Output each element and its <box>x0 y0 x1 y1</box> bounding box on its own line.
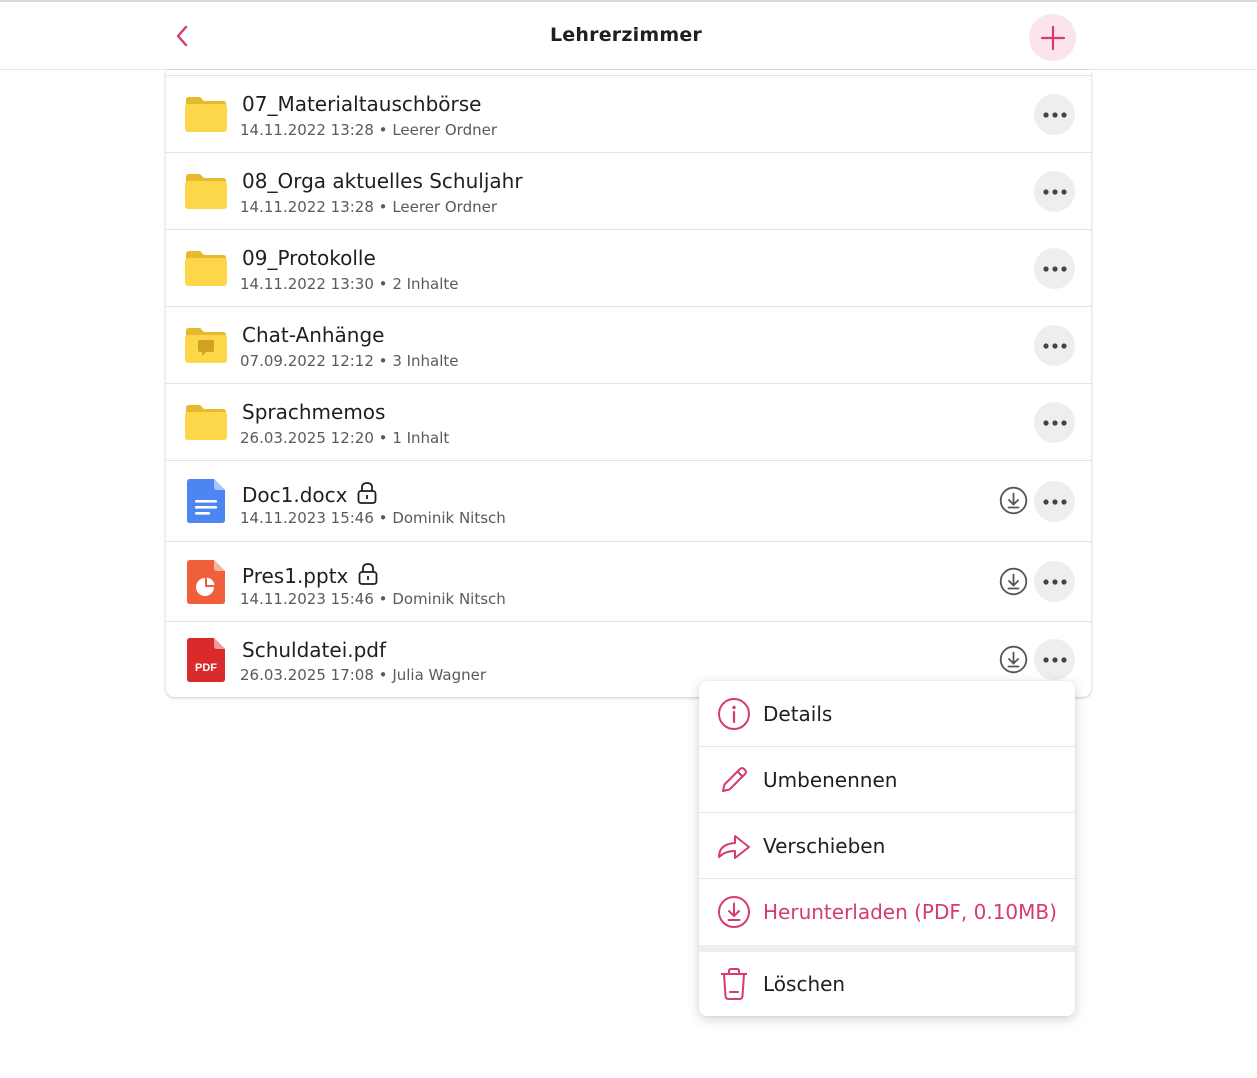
pencil-icon <box>722 767 747 792</box>
menu-item-label: Löschen <box>763 972 846 996</box>
info-icon <box>718 698 750 730</box>
more-options-button[interactable] <box>1034 248 1075 289</box>
menu-item-label: Details <box>763 702 833 726</box>
folder-icon <box>185 97 227 132</box>
more-dots-icon <box>1042 265 1067 272</box>
folder-icon <box>185 405 227 440</box>
lock-icon <box>358 482 377 504</box>
lock-icon <box>358 563 378 585</box>
trash-icon <box>721 968 747 1000</box>
more-options-button[interactable] <box>1034 481 1075 522</box>
file-meta: 14.11.2023 15:46 • Dominik Nitsch <box>240 509 506 527</box>
file-name: Chat-Anhänge <box>242 323 385 347</box>
more-dots-icon <box>1042 111 1067 118</box>
file-row[interactable]: Doc1.docx 14.11.2023 15:46 • Dominik Nit… <box>166 460 1091 541</box>
add-button[interactable] <box>1029 14 1076 61</box>
more-options-button[interactable] <box>1034 171 1075 212</box>
more-dots-icon <box>1042 498 1067 505</box>
chat-folder-icon <box>185 328 227 363</box>
file-name: Doc1.docx <box>242 481 377 507</box>
download-icon <box>999 645 1028 674</box>
file-row[interactable]: 07_Materialtauschbörse 14.11.2022 13:28 … <box>166 75 1091 152</box>
folder-icon <box>185 251 227 286</box>
file-meta: 26.03.2025 17:08 • Julia Wagner <box>240 666 487 684</box>
file-name: Pres1.pptx <box>242 562 378 588</box>
menu-item-label: Herunterladen (PDF, 0.10MB) <box>763 900 1057 924</box>
menu-item-label: Verschieben <box>763 834 886 858</box>
docx-file-icon <box>187 479 225 523</box>
folder-icon <box>185 174 227 209</box>
more-dots-icon <box>1042 342 1067 349</box>
plus-icon <box>1040 25 1065 50</box>
file-row[interactable]: Chat-Anhänge 07.09.2022 12:12 • 3 Inhalt… <box>166 306 1091 383</box>
download-button[interactable] <box>999 645 1028 674</box>
download-icon <box>718 896 750 928</box>
file-meta: 14.11.2023 15:46 • Dominik Nitsch <box>240 590 506 608</box>
file-meta: 14.11.2022 13:28 • Leerer Ordner <box>240 198 497 216</box>
menu-item-download[interactable]: Herunterladen (PDF, 0.10MB) <box>699 879 1075 945</box>
download-button[interactable] <box>999 486 1028 515</box>
pdf-file-icon: PDF <box>187 638 225 682</box>
header-bar: Lehrerzimmer <box>0 2 1257 70</box>
move-arrow-icon <box>718 835 750 859</box>
download-icon <box>999 486 1028 515</box>
svg-text:PDF: PDF <box>195 662 217 674</box>
file-row[interactable]: Pres1.pptx 14.11.2023 15:46 • Dominik Ni… <box>166 541 1091 621</box>
more-options-button[interactable] <box>1034 402 1075 443</box>
more-options-button[interactable] <box>1034 639 1075 680</box>
menu-item-rename[interactable]: Umbenennen <box>699 747 1075 813</box>
pptx-file-icon <box>187 560 225 604</box>
menu-section-gap <box>699 945 1075 952</box>
menu-item-move[interactable]: Verschieben <box>699 813 1075 879</box>
file-name: 07_Materialtauschbörse <box>242 92 482 116</box>
menu-item-delete[interactable]: Löschen <box>699 952 1075 1016</box>
file-meta: 14.11.2022 13:28 • Leerer Ordner <box>240 121 497 139</box>
context-menu: Details Umbenennen Verschieben Herunterl… <box>699 681 1075 1016</box>
file-meta: 14.11.2022 13:30 • 2 Inhalte <box>240 275 459 293</box>
more-dots-icon <box>1042 419 1067 426</box>
file-row[interactable]: 09_Protokolle 14.11.2022 13:30 • 2 Inhal… <box>166 229 1091 306</box>
more-options-button[interactable] <box>1034 561 1075 602</box>
file-name: 09_Protokolle <box>242 246 376 270</box>
file-name: Schuldatei.pdf <box>242 638 387 662</box>
file-name: Sprachmemos <box>242 400 386 424</box>
file-row[interactable]: Sprachmemos 26.03.2025 12:20 • 1 Inhalt <box>166 383 1091 460</box>
file-meta: 07.09.2022 12:12 • 3 Inhalte <box>240 352 459 370</box>
more-dots-icon <box>1042 656 1067 663</box>
file-row[interactable]: 08_Orga aktuelles Schuljahr 14.11.2022 1… <box>166 152 1091 229</box>
download-button[interactable] <box>999 567 1028 596</box>
file-name: 08_Orga aktuelles Schuljahr <box>242 169 523 193</box>
menu-item-details[interactable]: Details <box>699 681 1075 747</box>
more-dots-icon <box>1042 578 1067 585</box>
more-options-button[interactable] <box>1034 325 1075 366</box>
download-icon <box>999 567 1028 596</box>
menu-item-label: Umbenennen <box>763 768 898 792</box>
more-options-button[interactable] <box>1034 94 1075 135</box>
file-list: 07_Materialtauschbörse 14.11.2022 13:28 … <box>166 70 1091 697</box>
file-meta: 26.03.2025 12:20 • 1 Inhalt <box>240 429 450 447</box>
more-dots-icon <box>1042 188 1067 195</box>
